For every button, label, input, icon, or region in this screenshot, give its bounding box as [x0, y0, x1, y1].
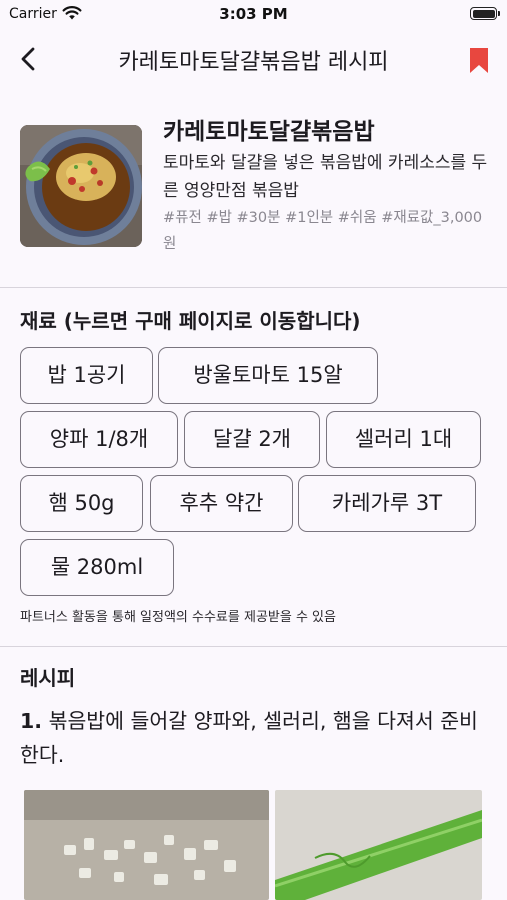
dish-thumbnail [20, 125, 142, 247]
step-photo [275, 790, 482, 900]
ingredient-chip[interactable]: 달걀 2개 [184, 411, 320, 468]
status-bar: Carrier 3:03 PM [0, 0, 507, 28]
step-photo [24, 790, 269, 900]
ingredients-title: 재료 (누르면 구매 페이지로 이동합니다) [20, 309, 361, 333]
ingredient-chip[interactable]: 양파 1/8개 [20, 411, 178, 468]
dish-description: 토마토와 달걀을 넣은 볶음밥에 카레소스를 두른 영양만점 볶음밥 [163, 153, 488, 201]
partner-disclaimer: 파트너스 활동을 통해 일정액의 수수료를 제공받을 수 있음 [20, 610, 336, 625]
recipe-step: 1. 볶음밥에 들어갈 양파와, 셀러리, 햄을 다져서 준비한다. [20, 704, 490, 772]
ingredient-chip[interactable]: 셀러리 1대 [326, 411, 481, 468]
app-bar: 카레토마토달걀볶음밥 레시피 [0, 28, 507, 92]
recipe-title: 레시피 [20, 666, 76, 690]
ingredient-chip[interactable]: 후추 약간 [150, 475, 293, 532]
dish-tags: #퓨전 #밥 #30분 #1인분 #쉬움 #재료값_3,000원 [163, 210, 483, 252]
bookmark-button[interactable] [467, 46, 491, 76]
status-time: 3:03 PM [219, 5, 288, 23]
dish-name: 카레토마토달걀볶음밥 [163, 119, 375, 145]
bookmark-icon [467, 48, 491, 80]
back-button[interactable] [14, 44, 44, 74]
ingredient-chip[interactable]: 물 280ml [20, 539, 174, 596]
chevron-left-icon [14, 47, 44, 78]
section-divider [0, 646, 507, 647]
page-title: 카레토마토달걀볶음밥 레시피 [118, 50, 389, 75]
section-divider [0, 287, 507, 288]
ingredient-chip[interactable]: 카레가루 3T [298, 475, 476, 532]
ingredient-chip[interactable]: 햄 50g [20, 475, 143, 532]
step-number: 1. [20, 709, 43, 733]
ingredient-chip[interactable]: 밥 1공기 [20, 347, 153, 404]
ingredient-chip[interactable]: 방울토마토 15알 [158, 347, 378, 404]
step-description: 볶음밥에 들어갈 양파와, 셀러리, 햄을 다져서 준비한다. [20, 709, 478, 767]
battery-icon [470, 7, 500, 20]
recipe-summary: 카레토마토달걀볶음밥 토마토와 달걀을 넣은 볶음밥에 카레소스를 두른 영양만… [0, 92, 507, 288]
